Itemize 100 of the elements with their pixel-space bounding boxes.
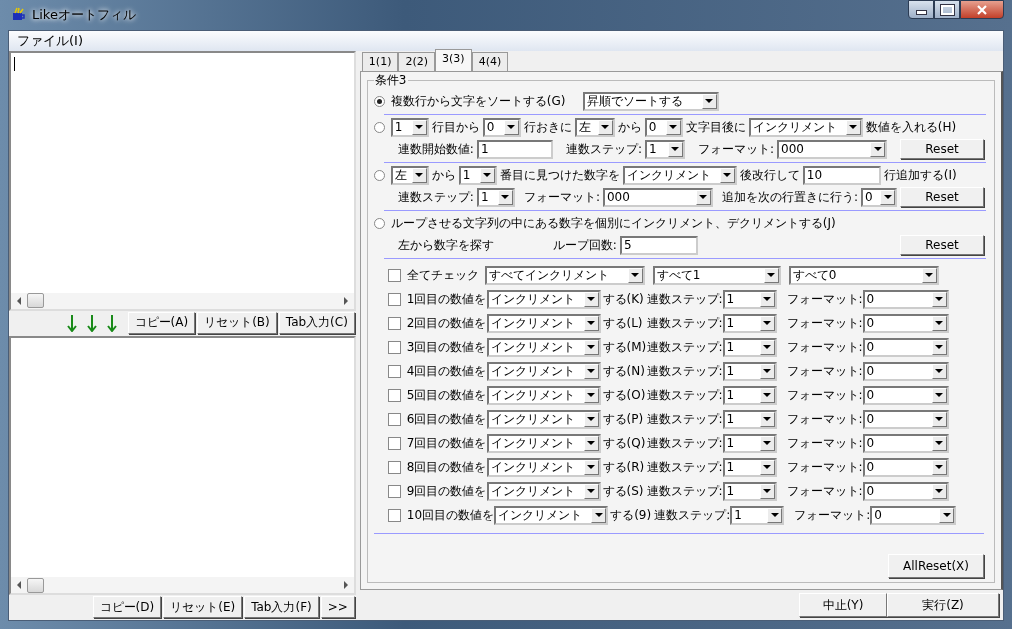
checkbox[interactable] <box>387 412 401 426</box>
dropdown[interactable]: 0 <box>644 117 683 137</box>
field-label: 行目から <box>431 118 480 136</box>
dropdown[interactable]: 0 <box>862 409 949 429</box>
dropdown[interactable]: 1 <box>722 433 777 453</box>
dropdown[interactable]: 0 <box>862 433 949 453</box>
dropdown[interactable]: 000 <box>602 187 713 207</box>
action-button[interactable]: 中止(Y) <box>799 593 887 617</box>
close-button[interactable] <box>960 0 1004 19</box>
dropdown[interactable]: 1 <box>644 139 685 159</box>
dropdown[interactable]: インクリメント <box>486 313 601 333</box>
dropdown[interactable]: すべて1 <box>652 265 781 285</box>
dropdown[interactable]: 昇順でソートする <box>582 91 719 111</box>
toolbar-button[interactable]: Tab入力(C) <box>278 311 355 334</box>
dropdown[interactable]: すべてインクリメント <box>484 265 645 285</box>
reset-button[interactable]: Reset <box>900 235 984 255</box>
field-label: 連数ステップ: <box>646 386 723 404</box>
radio-button[interactable] <box>373 95 385 107</box>
dropdown[interactable]: 000 <box>777 139 887 159</box>
dropdown[interactable]: インクリメント <box>494 505 609 525</box>
dropdown[interactable]: インクリメント <box>486 337 601 357</box>
dropdown[interactable]: 0 <box>862 481 949 501</box>
dropdown[interactable]: インクリメント <box>486 289 601 309</box>
dropdown[interactable]: 1 <box>722 289 777 309</box>
maximize-button[interactable] <box>934 0 960 19</box>
tab[interactable]: 2(2) <box>398 52 436 71</box>
checkbox-label: 6回目の数値を <box>406 410 487 428</box>
dropdown[interactable]: 1 <box>722 385 777 405</box>
field-label: する(Q) <box>601 434 647 452</box>
radio-button[interactable] <box>373 121 385 133</box>
dropdown[interactable]: インクリメント <box>622 165 737 185</box>
dropdown[interactable]: 1 <box>458 165 497 185</box>
checkbox[interactable] <box>387 292 401 306</box>
dropdown[interactable]: 1 <box>476 187 515 207</box>
checkbox[interactable] <box>387 484 401 498</box>
text-field[interactable]: 5 <box>619 235 698 255</box>
dropdown[interactable]: 0 <box>482 117 521 137</box>
tab[interactable]: 1(1) <box>361 52 399 71</box>
horizontal-scrollbar[interactable] <box>11 292 354 309</box>
dropdown[interactable]: 1 <box>390 117 429 137</box>
dropdown[interactable]: 0 <box>861 187 897 207</box>
toolbar-button[interactable]: リセット(E) <box>163 596 243 618</box>
reset-button[interactable]: Reset <box>900 187 984 207</box>
dropdown[interactable]: インクリメント <box>486 409 601 429</box>
checkbox-label: 全てチェック <box>406 266 480 284</box>
dropdown[interactable]: インクリメント <box>486 457 601 477</box>
dropdown[interactable]: 0 <box>862 457 949 477</box>
dropdown[interactable]: 0 <box>862 337 949 357</box>
dropdown[interactable]: 左 <box>574 117 615 137</box>
dropdown[interactable]: インクリメント <box>486 361 601 381</box>
dropdown[interactable]: 1 <box>722 481 777 501</box>
toolbar-button[interactable]: Tab入力(F) <box>244 596 319 618</box>
field-label: フォーマット: <box>786 338 863 356</box>
dropdown[interactable]: インクリメント <box>486 385 601 405</box>
field-label: から <box>617 118 642 136</box>
toolbar-button[interactable]: コピー(A) <box>127 311 196 334</box>
checkbox[interactable] <box>387 460 401 474</box>
toolbar-button[interactable]: >> <box>320 596 355 618</box>
all-reset-button[interactable]: AllReset(X) <box>888 554 984 578</box>
dropdown[interactable]: 1 <box>722 313 777 333</box>
dropdown[interactable]: 0 <box>862 361 949 381</box>
field-label: 連数ステップ: <box>646 362 723 380</box>
checkbox-label: 1回目の数値を <box>406 290 487 308</box>
checkbox[interactable] <box>387 388 401 402</box>
dropdown[interactable]: 0 <box>862 289 949 309</box>
radio-button[interactable] <box>373 169 385 181</box>
toolbar-button[interactable]: リセット(B) <box>197 311 277 334</box>
dropdown[interactable]: 1 <box>722 361 777 381</box>
dropdown[interactable]: すべて0 <box>788 265 939 285</box>
tab[interactable]: 4(4) <box>471 52 509 71</box>
checkbox[interactable] <box>387 340 401 354</box>
tab[interactable]: 3(3) <box>435 49 472 71</box>
dropdown[interactable]: インクリメント <box>486 433 601 453</box>
dropdown[interactable]: 1 <box>722 457 777 477</box>
dropdown[interactable]: 0 <box>870 505 957 525</box>
field-label: 行おきに <box>523 118 572 136</box>
menu-item[interactable]: ファイル(I) <box>15 32 85 50</box>
checkbox[interactable] <box>387 508 401 522</box>
text-field[interactable]: 1 <box>476 139 553 159</box>
dropdown[interactable]: 1 <box>730 505 785 525</box>
dropdown[interactable]: インクリメント <box>748 117 863 137</box>
text-field[interactable]: 10 <box>802 165 881 185</box>
action-button[interactable]: 実行(Z) <box>887 593 999 617</box>
dropdown[interactable]: 0 <box>862 313 949 333</box>
checkbox[interactable] <box>387 364 401 378</box>
field-label: する(N) <box>601 362 646 380</box>
checkbox[interactable] <box>387 316 401 330</box>
horizontal-scrollbar[interactable] <box>11 577 354 593</box>
checkbox[interactable] <box>387 436 401 450</box>
arrow-down-icon <box>86 314 97 332</box>
checkbox[interactable] <box>387 268 401 282</box>
radio-button[interactable] <box>373 217 385 229</box>
toolbar-button[interactable]: コピー(D) <box>92 596 162 618</box>
dropdown[interactable]: 左 <box>390 165 429 185</box>
minimize-button[interactable] <box>908 0 934 19</box>
dropdown[interactable]: インクリメント <box>486 481 601 501</box>
reset-button[interactable]: Reset <box>900 139 984 159</box>
dropdown[interactable]: 0 <box>862 385 949 405</box>
dropdown[interactable]: 1 <box>722 409 777 429</box>
dropdown[interactable]: 1 <box>722 337 777 357</box>
